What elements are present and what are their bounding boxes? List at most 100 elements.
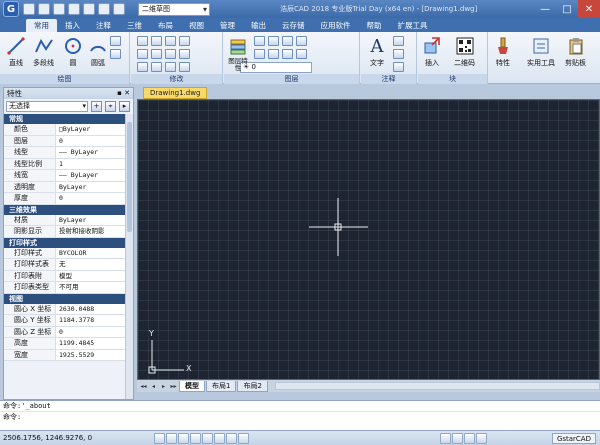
workspace-select[interactable]: 二维草图 [138, 2, 210, 16]
select-objects-icon[interactable]: ⌖ [105, 101, 116, 112]
property-value[interactable]: BYCOLOR [56, 248, 126, 259]
property-value[interactable]: 0 [56, 193, 126, 204]
property-row[interactable]: 打印表类型 不可用 [4, 282, 126, 294]
command-input[interactable]: 命令: [0, 411, 600, 421]
layer-match-icon[interactable] [296, 36, 307, 46]
table-icon[interactable] [393, 62, 404, 72]
tab-annotate[interactable]: 注释 [88, 19, 119, 32]
insert-block-button[interactable]: 插入 [422, 36, 442, 68]
rectangle-icon[interactable] [110, 36, 121, 46]
lock-icon[interactable] [464, 432, 475, 444]
utilities-button[interactable]: 实用工具 [527, 36, 555, 68]
tab-layout[interactable]: 布局 [150, 19, 181, 32]
array-icon[interactable] [165, 62, 176, 72]
scale-icon[interactable] [151, 62, 162, 72]
offset-icon[interactable] [179, 62, 190, 72]
property-value[interactable]: 1925.5529 [56, 350, 126, 361]
property-value[interactable]: 不可用 [56, 282, 126, 293]
property-value[interactable]: ByLayer [56, 215, 126, 226]
layer-merge-icon[interactable] [296, 49, 307, 59]
arc-button[interactable]: 圆弧 [88, 36, 108, 68]
close-button[interactable]: ✕ [578, 0, 600, 18]
tab-layout2[interactable]: 布局2 [237, 380, 268, 392]
property-row[interactable]: 材质 ByLayer [4, 214, 126, 226]
layer-properties-button[interactable] [228, 36, 248, 58]
tab-home[interactable]: 常用 [26, 19, 57, 32]
property-row[interactable]: 圆心 X 坐标 2630.0488 [4, 303, 126, 315]
property-row[interactable]: 线宽 —— ByLayer [4, 170, 126, 182]
maximize-button[interactable]: □ [556, 0, 578, 18]
tab-output[interactable]: 输出 [243, 19, 274, 32]
clipboard-button[interactable]: 剪贴板 [565, 36, 586, 68]
copy-icon[interactable] [137, 49, 148, 59]
property-row[interactable]: 颜色 □ByLayer [4, 124, 126, 136]
annotation-scale-icon[interactable] [440, 432, 451, 444]
tab-apps[interactable]: 应用软件 [313, 19, 359, 32]
app-logo[interactable]: G [3, 1, 19, 17]
property-value[interactable]: —— ByLayer [56, 170, 126, 181]
property-value[interactable]: 投射和接收阴影 [56, 226, 126, 237]
workspace-icon[interactable] [452, 432, 463, 444]
property-row[interactable]: 阴影显示 投射和接收阴影 [4, 226, 126, 238]
property-value[interactable]: 1 [56, 159, 126, 170]
property-row[interactable]: 打印表附 模型 [4, 270, 126, 282]
move-icon[interactable] [137, 36, 148, 46]
rotate-icon[interactable] [151, 36, 162, 46]
section-header[interactable]: 常规 [4, 114, 126, 124]
hatch-icon[interactable] [110, 49, 121, 59]
print-icon[interactable] [83, 3, 95, 15]
property-value[interactable]: 2630.0488 [56, 304, 126, 315]
property-value[interactable]: 1199.4845 [56, 338, 126, 349]
horizontal-scrollbar[interactable] [274, 382, 600, 390]
property-value[interactable]: —— ByLayer [56, 147, 126, 158]
next-layout-icon[interactable]: ▸ [159, 382, 168, 391]
property-row[interactable]: 圆心 Z 坐标 0 [4, 326, 126, 338]
property-row[interactable]: 线型 —— ByLayer [4, 147, 126, 159]
selection-select[interactable]: 无选择 [6, 101, 88, 112]
mirror-icon[interactable] [151, 49, 162, 59]
new-file-icon[interactable] [23, 3, 35, 15]
trim-icon[interactable] [165, 36, 176, 46]
property-row[interactable]: 透明度 ByLayer [4, 181, 126, 193]
property-row[interactable]: 打印样式 BYCOLOR [4, 247, 126, 259]
property-value[interactable]: □ByLayer [56, 124, 126, 135]
property-value[interactable]: ByLayer [56, 182, 126, 193]
tab-insert[interactable]: 插入 [57, 19, 88, 32]
toggle-pickadd-icon[interactable]: + [91, 101, 102, 112]
property-value[interactable]: 0 [56, 136, 126, 147]
prev-layout-icon[interactable]: ◂ [149, 382, 158, 391]
property-row[interactable]: 圆心 Y 坐标 1184.3778 [4, 315, 126, 327]
fillet-icon[interactable] [165, 49, 176, 59]
save-icon[interactable] [53, 3, 65, 15]
property-value[interactable]: 无 [56, 259, 126, 270]
grid-icon[interactable] [166, 432, 177, 444]
tab-extensions[interactable]: 扩展工具 [390, 19, 436, 32]
tab-cloud[interactable]: 云存储 [274, 19, 313, 32]
property-row[interactable]: 高度 1199.4845 [4, 338, 126, 350]
tab-model[interactable]: 模型 [179, 380, 205, 392]
dimension-icon[interactable] [393, 36, 404, 46]
tab-3d[interactable]: 三维 [119, 19, 150, 32]
layer-isolate-icon[interactable] [254, 49, 265, 59]
scroll-thumb[interactable] [127, 122, 132, 232]
section-header[interactable]: 打印样式 [4, 237, 126, 248]
last-layout-icon[interactable]: ▸▸ [169, 382, 178, 391]
osnap-icon[interactable] [202, 432, 213, 444]
property-value[interactable]: 0 [56, 327, 126, 338]
explode-icon[interactable] [179, 49, 190, 59]
section-header[interactable]: 三维效果 [4, 204, 126, 215]
save-as-icon[interactable] [68, 3, 80, 15]
leader-icon[interactable] [393, 49, 404, 59]
tab-help[interactable]: 帮助 [359, 19, 390, 32]
property-row[interactable]: 图层 0 [4, 135, 126, 147]
layer-walk-icon[interactable] [268, 49, 279, 59]
tab-view[interactable]: 视图 [181, 19, 212, 32]
layer-freeze-icon[interactable] [268, 36, 279, 46]
snap-icon[interactable] [154, 432, 165, 444]
tab-manage[interactable]: 管理 [212, 19, 243, 32]
layer-on-icon[interactable] [254, 36, 265, 46]
stretch-icon[interactable] [137, 62, 148, 72]
model-space-icon[interactable] [238, 432, 249, 444]
tab-layout1[interactable]: 布局1 [206, 380, 237, 392]
property-row[interactable]: 线型比例 1 [4, 158, 126, 170]
